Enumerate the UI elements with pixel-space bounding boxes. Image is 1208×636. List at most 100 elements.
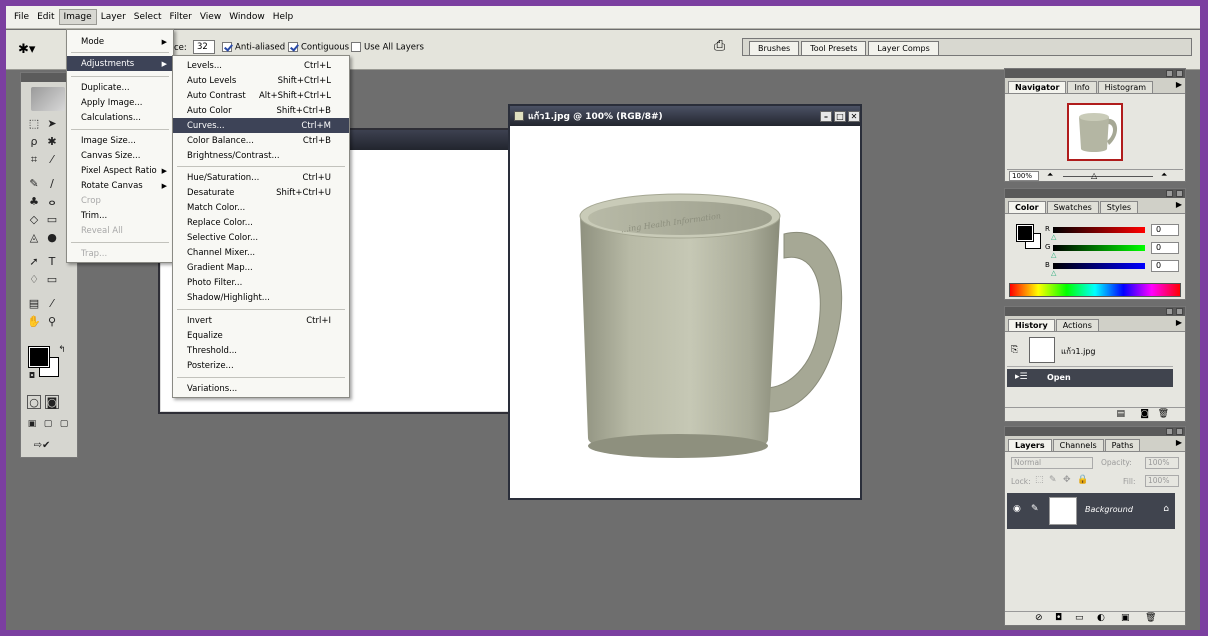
layer-mask-icon[interactable]: ◘: [1055, 613, 1062, 623]
anti-aliased-checkbox[interactable]: Anti-aliased: [222, 42, 285, 53]
tab-histogram[interactable]: Histogram: [1097, 81, 1154, 93]
screen-mode-standard-icon[interactable]: ▣: [25, 417, 39, 431]
jump-to-imageready-icon[interactable]: ⇨✔: [27, 439, 57, 453]
menu-window[interactable]: Window: [225, 10, 269, 24]
menu-view[interactable]: View: [196, 10, 225, 24]
link-layers-icon[interactable]: ⊘: [1035, 613, 1043, 623]
layer-visibility-eye-icon[interactable]: ◉: [1013, 504, 1021, 514]
menu-help[interactable]: Help: [269, 10, 298, 24]
color-spectrum-bar[interactable]: [1009, 283, 1181, 297]
zoom-tool-icon[interactable]: ⚲: [45, 315, 59, 329]
navigator-thumbnail[interactable]: [1067, 103, 1123, 161]
menu-item-duplicate[interactable]: Duplicate...: [67, 80, 173, 95]
path-selection-icon[interactable]: ➚: [27, 255, 41, 269]
g-slider[interactable]: [1053, 245, 1145, 251]
lasso-tool-icon[interactable]: ρ: [27, 135, 41, 149]
menu-item-apply-image[interactable]: Apply Image...: [67, 95, 173, 110]
menu-edit[interactable]: Edit: [33, 10, 58, 24]
menu-file[interactable]: File: [10, 10, 33, 24]
b-slider-thumb-icon[interactable]: △: [1051, 269, 1056, 277]
new-snapshot-icon[interactable]: ◙: [1140, 409, 1149, 419]
pen-tool-icon[interactable]: ♢: [27, 273, 41, 287]
menu-item-adjustments[interactable]: Adjustments ▶: [67, 56, 173, 71]
panel-close-button[interactable]: [1176, 190, 1183, 197]
fill-input[interactable]: 100%: [1145, 475, 1179, 487]
document-canvas[interactable]: ...ing Health Information: [516, 130, 856, 496]
new-document-from-state-icon[interactable]: ▤: [1116, 409, 1125, 419]
quick-mask-icon[interactable]: ◙: [45, 395, 59, 409]
tab-channels[interactable]: Channels: [1052, 439, 1104, 451]
move-tool-icon[interactable]: ➤: [45, 117, 59, 131]
use-all-layers-checkbox[interactable]: Use All Layers: [351, 42, 424, 53]
menu-item-auto-color[interactable]: Auto Color Shift+Ctrl+B: [173, 103, 349, 118]
zoom-slider-thumb-icon[interactable]: △: [1091, 171, 1097, 180]
tab-layer-comps[interactable]: Layer Comps: [868, 41, 939, 55]
tab-navigator[interactable]: Navigator: [1008, 81, 1067, 93]
adjustment-layer-icon[interactable]: ◐: [1097, 613, 1105, 623]
menu-item-gradient-map[interactable]: Gradient Map...: [173, 260, 349, 275]
dodge-tool-icon[interactable]: ●: [45, 231, 59, 245]
menu-item-trim[interactable]: Trim...: [67, 208, 173, 223]
tab-tool-presets[interactable]: Tool Presets: [801, 41, 867, 55]
minimize-button[interactable]: –: [820, 110, 832, 122]
menu-item-auto-contrast[interactable]: Auto Contrast Alt+Shift+Ctrl+L: [173, 88, 349, 103]
eraser-tool-icon[interactable]: ◇: [27, 213, 41, 227]
gradient-tool-icon[interactable]: ▭: [45, 213, 59, 227]
zoom-slider[interactable]: [1063, 176, 1153, 177]
history-snapshot-row[interactable]: ⎘ แก้ว1.jpg: [1007, 335, 1173, 367]
panel-minimize-button[interactable]: [1166, 308, 1173, 315]
opacity-input[interactable]: 100%: [1145, 457, 1179, 469]
menu-item-levels[interactable]: Levels... Ctrl+L: [173, 58, 349, 73]
color-panel-foreground-swatch[interactable]: [1016, 224, 1034, 242]
panel-menu-arrow-icon[interactable]: ▶: [1176, 438, 1182, 447]
healing-brush-icon[interactable]: ✎: [27, 177, 41, 191]
menu-item-brightness-contrast[interactable]: Brightness/Contrast...: [173, 148, 349, 163]
lock-image-icon[interactable]: ✎: [1049, 475, 1057, 485]
crop-tool-icon[interactable]: ⌗: [27, 153, 41, 167]
menu-item-color-balance[interactable]: Color Balance... Ctrl+B: [173, 133, 349, 148]
new-group-icon[interactable]: ▭: [1075, 613, 1084, 623]
document-titlebar[interactable]: แก้ว1.jpg @ 100% (RGB/8#) – □ ✕: [510, 106, 860, 126]
b-slider[interactable]: [1053, 263, 1145, 269]
menu-item-curves[interactable]: Curves... Ctrl+M: [173, 118, 349, 133]
menu-item-canvas-size[interactable]: Canvas Size...: [67, 148, 173, 163]
delete-layer-icon[interactable]: 🗑: [1145, 613, 1156, 623]
shape-tool-icon[interactable]: ▭: [45, 273, 59, 287]
panel-close-button[interactable]: [1176, 308, 1183, 315]
foreground-color-swatch[interactable]: [28, 346, 50, 368]
menu-item-image-size[interactable]: Image Size...: [67, 133, 173, 148]
menu-item-match-color[interactable]: Match Color...: [173, 200, 349, 215]
default-colors-icon[interactable]: ◘: [25, 369, 39, 383]
tab-swatches[interactable]: Swatches: [1046, 201, 1099, 213]
tab-actions[interactable]: Actions: [1055, 319, 1099, 331]
menu-item-variations[interactable]: Variations...: [173, 381, 349, 396]
r-slider-thumb-icon[interactable]: △: [1051, 233, 1056, 241]
menu-item-shadow-highlight[interactable]: Shadow/Highlight...: [173, 290, 349, 305]
panel-menu-arrow-icon[interactable]: ▶: [1176, 200, 1182, 209]
tab-styles[interactable]: Styles: [1099, 201, 1139, 213]
panel-menu-arrow-icon[interactable]: ▶: [1176, 318, 1182, 327]
b-value-input[interactable]: 0: [1151, 260, 1179, 272]
blur-tool-icon[interactable]: ◬: [27, 231, 41, 245]
tab-info[interactable]: Info: [1067, 81, 1097, 93]
menu-item-selective-color[interactable]: Selective Color...: [173, 230, 349, 245]
panel-titlebar[interactable]: [1005, 307, 1185, 316]
type-tool-icon[interactable]: T: [45, 255, 59, 269]
menu-item-rotate-canvas[interactable]: Rotate Canvas ▶: [67, 178, 173, 193]
zoom-input[interactable]: 100%: [1009, 171, 1039, 181]
menu-item-posterize[interactable]: Posterize...: [173, 358, 349, 373]
menu-item-mode[interactable]: Mode ▶: [67, 34, 173, 49]
g-slider-thumb-icon[interactable]: △: [1051, 251, 1056, 259]
magic-wand-icon[interactable]: ✱▾: [18, 42, 35, 57]
menu-item-equalize[interactable]: Equalize: [173, 328, 349, 343]
menu-item-calculations[interactable]: Calculations...: [67, 110, 173, 125]
menu-item-photo-filter[interactable]: Photo Filter...: [173, 275, 349, 290]
zoom-in-icon[interactable]: ⏶: [1161, 170, 1167, 180]
contiguous-checkbox[interactable]: Contiguous: [288, 42, 349, 53]
panel-minimize-button[interactable]: [1166, 70, 1173, 77]
tab-layers[interactable]: Layers: [1008, 439, 1052, 451]
eyedropper-tool-icon[interactable]: ⁄: [45, 297, 59, 311]
g-value-input[interactable]: 0: [1151, 242, 1179, 254]
menu-filter[interactable]: Filter: [166, 10, 196, 24]
panel-titlebar[interactable]: [1005, 427, 1185, 436]
